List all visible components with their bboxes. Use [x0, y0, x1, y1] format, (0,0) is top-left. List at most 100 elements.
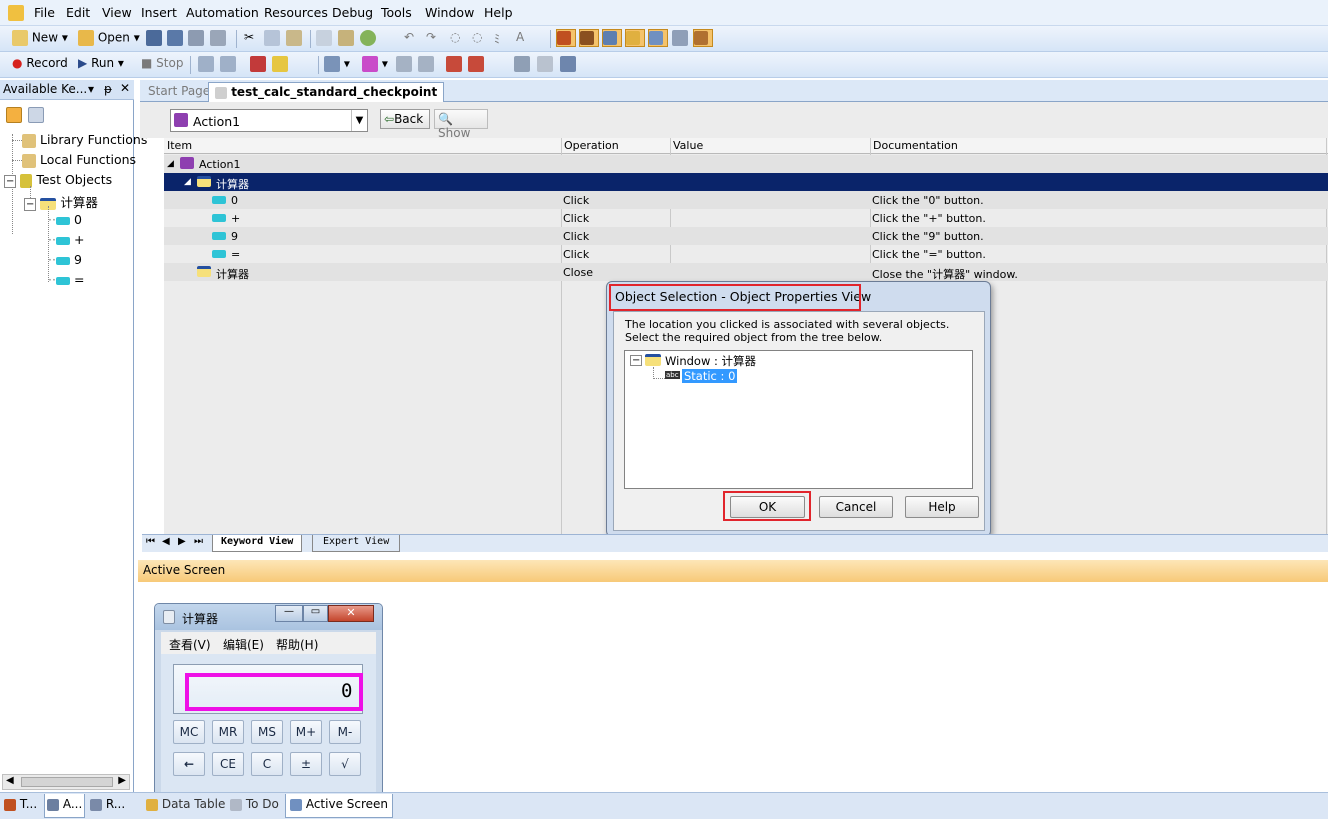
output-value-icon[interactable]: ▾ — [362, 56, 388, 74]
action-select[interactable]: Action1 ▼ — [170, 109, 368, 132]
menu-help[interactable]: Help — [484, 5, 513, 20]
help-button[interactable]: Help — [905, 496, 979, 518]
calc-mc-button[interactable]: MC — [173, 720, 205, 744]
action-split-icon[interactable] — [468, 56, 484, 74]
collapse-icon[interactable]: − — [24, 198, 37, 211]
save-icon[interactable] — [146, 30, 162, 48]
collapse-icon[interactable]: − — [4, 175, 17, 188]
object-repository-icon[interactable] — [602, 29, 622, 47]
menu-tools[interactable]: Tools — [381, 5, 412, 20]
calc-plusminus-button[interactable]: ± — [290, 752, 322, 776]
calc-mr-button[interactable]: MR — [212, 720, 244, 744]
menu-debug[interactable]: Debug — [332, 5, 373, 20]
menu-view[interactable]: View — [102, 5, 132, 20]
menu-file[interactable]: File — [34, 5, 55, 20]
function-icon[interactable] — [418, 56, 434, 74]
prev-icon[interactable]: ◀ — [162, 536, 170, 547]
col-documentation[interactable]: Documentation — [873, 139, 958, 152]
new-button[interactable]: New ▾ — [12, 30, 68, 48]
table-row[interactable]: ◢ 计算器 — [164, 173, 1328, 191]
calc-ms-button[interactable]: MS — [251, 720, 283, 744]
tab-keyword-view[interactable]: Keyword View — [212, 535, 303, 552]
dock-tab-test-flow[interactable]: T... — [4, 797, 37, 811]
dock-tab-available-keywords[interactable]: A... — [44, 794, 86, 818]
menu-insert[interactable]: Insert — [141, 5, 177, 20]
calculator-window[interactable]: 计算器 — ▭ ✕ 查看(V) 编辑(E) 帮助(H) 0 MC MR MS M… — [154, 603, 383, 793]
collapse-icon[interactable]: − — [630, 355, 643, 366]
uncomment-icon[interactable]: ◌ — [472, 30, 482, 48]
calc-mplus-button[interactable]: M+ — [290, 720, 322, 744]
show-button[interactable]: 🔍Show — [434, 109, 488, 140]
missing-resources-icon[interactable] — [693, 29, 713, 47]
col-operation[interactable]: Operation — [564, 139, 619, 152]
dock-tab-to-do[interactable]: To Do — [230, 797, 279, 811]
action-call-icon[interactable] — [446, 56, 462, 74]
tree-item-button-equals[interactable]: ·· = — [48, 272, 84, 287]
table-row[interactable]: 9 Click Click the "9" button. — [164, 227, 1328, 245]
col-item[interactable]: Item — [167, 139, 192, 152]
object-tree[interactable]: − Window : 计算器 abc Static : 0 — [624, 350, 973, 489]
first-icon[interactable]: ⏮ — [146, 536, 155, 547]
pane-menu-icon[interactable]: ▾ — [88, 82, 94, 96]
chevron-down-icon[interactable]: ▼ — [351, 110, 367, 131]
expand-arrow-icon[interactable]: ◢ — [184, 177, 191, 187]
table-row[interactable]: 0 Click Click the "0" button. — [164, 191, 1328, 209]
paste-icon[interactable] — [286, 30, 302, 48]
last-icon[interactable]: ⏭ — [194, 536, 203, 547]
tree-item-button-9[interactable]: ·· 9 — [48, 252, 82, 267]
active-screen-icon[interactable] — [648, 29, 668, 47]
maximize-icon[interactable]: ▭ — [303, 605, 328, 622]
copy-icon[interactable] — [264, 30, 280, 48]
expand-arrow-icon[interactable]: ◢ — [167, 159, 174, 169]
step-generator-icon[interactable] — [396, 56, 412, 74]
print-icon[interactable] — [210, 30, 226, 48]
spy-icon[interactable] — [360, 30, 376, 48]
edit-icon[interactable] — [316, 30, 332, 48]
replace-icon[interactable]: A — [516, 30, 524, 48]
back-button[interactable]: ⇦Back — [380, 109, 430, 129]
dock-tab-data-table[interactable]: Data Table — [146, 797, 225, 811]
calc-ce-button[interactable]: CE — [212, 752, 244, 776]
expert-view-icon[interactable] — [579, 29, 599, 47]
save-all-icon[interactable] — [167, 30, 183, 48]
settings-icon[interactable] — [537, 56, 553, 74]
open-button[interactable]: Open ▾ — [78, 30, 140, 48]
close-icon[interactable]: ✕ — [328, 605, 374, 622]
calc-c-button[interactable]: C — [251, 752, 283, 776]
calc-sqrt-button[interactable]: √ — [329, 752, 361, 776]
keyword-view-icon[interactable] — [556, 29, 576, 47]
dock-tab-resources[interactable]: R... — [90, 797, 125, 811]
grid-view-icon[interactable] — [28, 107, 44, 123]
record-button[interactable]: ● Record — [12, 56, 68, 74]
tree-item-button-plus[interactable]: ·· + — [48, 232, 84, 247]
menu-resources[interactable]: Resources — [264, 5, 328, 20]
results-icon[interactable] — [514, 56, 530, 74]
data-table-icon[interactable] — [625, 29, 645, 47]
undo-icon[interactable]: ↶ — [404, 30, 414, 48]
dock-tab-active-screen[interactable]: Active Screen — [285, 794, 394, 818]
table-row[interactable]: 计算器 Close Close the "计算器" window. — [164, 263, 1328, 281]
debug-viewer-icon[interactable] — [672, 30, 688, 48]
step-into-icon[interactable] — [198, 56, 214, 74]
tab-test-calc[interactable]: test_calc_standard_checkpoint — [208, 82, 445, 102]
close-icon[interactable]: ✕ — [120, 81, 130, 95]
tree-item-library-functions[interactable]: Library Functions — [22, 132, 147, 148]
run-button[interactable]: ▶ Run ▾ — [78, 56, 124, 74]
tree-node-static[interactable]: Static : 0 — [682, 369, 738, 383]
minimize-icon[interactable]: — — [275, 605, 303, 622]
col-value[interactable]: Value — [673, 139, 703, 152]
tree-item-local-functions[interactable]: Local Functions — [22, 152, 136, 168]
comment-icon[interactable]: ◌ — [450, 30, 460, 48]
find-icon[interactable]: ﾐ — [494, 30, 500, 48]
step-over-icon[interactable] — [220, 56, 236, 74]
cancel-button[interactable]: Cancel — [819, 496, 893, 518]
calc-mminus-button[interactable]: M- — [329, 720, 361, 744]
redo-icon[interactable]: ↷ — [426, 30, 436, 48]
table-row[interactable]: + Click Click the "+" button. — [164, 209, 1328, 227]
next-icon[interactable]: ▶ — [178, 536, 186, 547]
tree-item-calculator[interactable]: − 计算器 — [24, 192, 98, 211]
table-row[interactable]: ◢ Action1 — [164, 155, 1328, 173]
tree-node-window[interactable]: Window : 计算器 — [665, 353, 756, 369]
print-preview-icon[interactable] — [188, 30, 204, 48]
menu-window[interactable]: Window — [425, 5, 474, 20]
